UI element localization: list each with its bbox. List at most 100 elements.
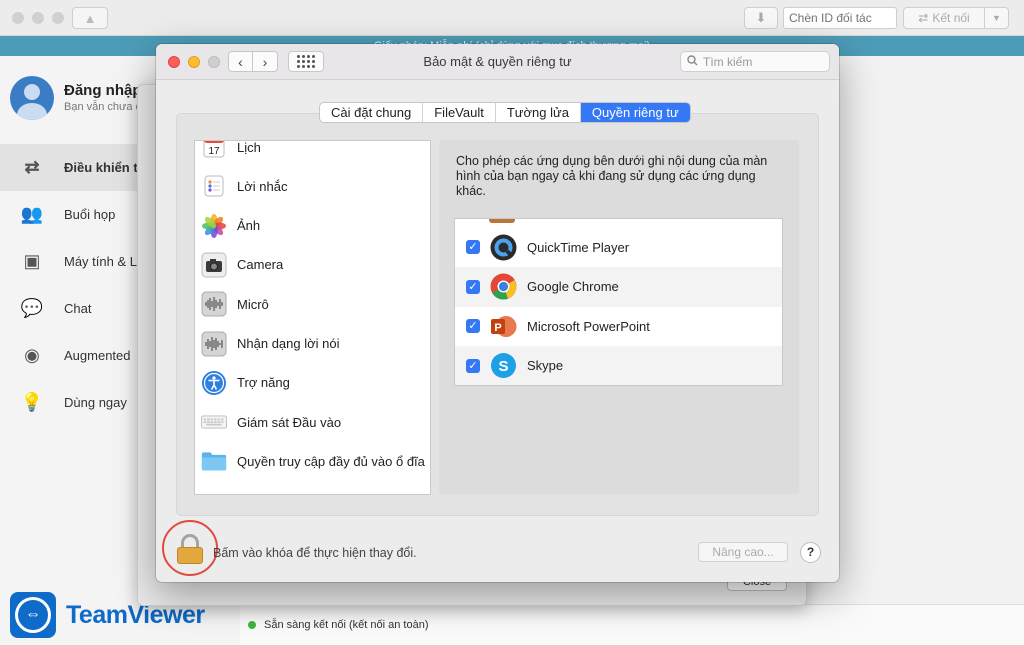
service-item-2[interactable]: Ảnh [195,206,431,246]
teamviewer-titlebar: ▲ ⬇ ⇄ Kết nối ▼ [0,0,1024,36]
app-row-0: ✓ QuickTime Player [455,227,783,267]
upload-button[interactable]: ▲ [72,7,108,29]
accessibility-icon [201,370,227,396]
calendar-icon: 17 [201,140,227,160]
camera-icon [201,252,227,278]
service-label: Trợ năng [237,375,290,390]
app-checkbox[interactable]: ✓ [466,319,480,333]
tab-0[interactable]: Cài đặt chung [320,103,423,122]
app-label: Google Chrome [527,279,619,294]
app-checkbox[interactable]: ✓ [466,280,480,294]
service-item-1[interactable]: Lời nhắc [195,166,431,206]
service-item-3[interactable]: Camera [195,245,431,285]
partial-app-icon [489,219,515,223]
service-label: Camera [237,257,283,272]
triangle-icon: ▲ [84,11,97,26]
status-dot-icon [248,621,256,629]
service-label: Micrô [237,297,269,312]
service-item-5[interactable]: Nhận dạng lời nói [195,324,431,364]
service-label: Nhận dạng lời nói [237,336,339,351]
service-item-6[interactable]: Trợ năng [195,363,431,403]
app-row-2: ✓ P Microsoft PowerPoint [455,306,783,346]
screen-recording-description: Cho phép các ứng dụng bên dưới ghi nội d… [456,154,786,199]
tab-3[interactable]: Quyền riêng tư [581,103,690,122]
connect-button[interactable]: ⇄ Kết nối [903,7,985,29]
zoom-window-button[interactable] [52,12,64,24]
user-subtitle: Bạn vẫn chưa đ [64,101,142,113]
show-all-button[interactable] [288,51,324,72]
privacy-service-list[interactable]: 17 Lịch Lời nhắc Ảnh Camera Micrô Nhận dạng lờ… [194,140,431,495]
prefs-titlebar: Bảo mật & quyền riêng tư ‹ › Tìm kiếm [156,44,839,80]
partner-id-input[interactable] [783,7,897,29]
service-label: Lịch [237,140,261,155]
tab-1[interactable]: FileVault [423,103,496,122]
teamviewer-logo-icon: ⇔ [10,592,56,638]
service-label: Lời nhắc [237,179,287,194]
search-placeholder: Tìm kiếm [703,55,752,69]
sidebar-item-label: Dùng ngay [64,395,127,410]
back-forward-control: ‹ › [228,51,278,72]
grid-icon [297,55,315,68]
app-label: Microsoft PowerPoint [527,319,650,334]
chrome-icon [490,273,517,300]
contacts-icon: ▣ [20,250,44,274]
connect-label: Kết nối [932,11,969,25]
people-icon: 👥 [20,203,44,227]
svg-text:S: S [498,358,508,375]
bulb-icon: 💡 [20,391,44,415]
chevron-down-icon: ▼ [992,13,1001,23]
prefs-window-controls [168,56,220,68]
powerpoint-icon: P [490,313,517,340]
close-window-button[interactable] [12,12,24,24]
chevron-left-icon: ‹ [238,54,243,70]
minimize-window-button[interactable] [32,12,44,24]
arrows-icon: ⇄ [20,156,44,180]
zoom-window-button[interactable] [208,56,220,68]
svg-text:17: 17 [208,146,220,157]
search-field[interactable]: Tìm kiếm [680,51,830,72]
sidebar-item-label: Augmented [64,348,131,363]
keyboard-icon [201,409,227,435]
connection-status-bar: Sẵn sàng kết nối (kết nối an toàn) [240,604,1024,645]
download-icon: ⬇ [756,10,767,26]
chat-icon: 💬 [20,297,44,321]
app-label: Skype [527,358,563,373]
service-label: Giám sát Đầu vào [237,415,341,430]
user-name: Đăng nhập [64,82,142,99]
minimize-window-button[interactable] [188,56,200,68]
connection-status-text: Sẵn sàng kết nối (kết nối an toàn) [264,619,429,631]
app-label: QuickTime Player [527,240,629,255]
security-privacy-window: Bảo mật & quyền riêng tư ‹ › Tìm kiếm Cà… [156,44,839,582]
back-button[interactable]: ‹ [228,51,253,72]
sidebar-item-label: Máy tính & L [64,254,137,269]
app-permission-list[interactable]: ✓ QuickTime Player ✓ Google Chrome ✓ P Microso… [454,218,783,386]
help-button[interactable]: ? [800,542,821,563]
app-row-1: ✓ Google Chrome [455,267,783,307]
connect-dropdown-button[interactable]: ▼ [985,7,1009,29]
svg-text:P: P [494,322,501,334]
service-label: Ảnh [237,218,260,233]
forward-button[interactable]: › [253,51,278,72]
app-checkbox[interactable]: ✓ [466,359,480,373]
app-checkbox[interactable]: ✓ [466,240,480,254]
service-label: Quyền truy cập đầy đủ vào ổ đĩa [237,454,425,469]
reminders-icon [201,173,227,199]
skype-icon: S [490,352,517,379]
download-button[interactable]: ⬇ [744,7,778,29]
tab-bar: Cài đặt chungFileVaultTường lửaQuyền riê… [319,102,691,123]
service-item-0[interactable]: 17 Lịch [195,140,431,167]
close-window-button[interactable] [168,56,180,68]
advanced-button[interactable]: Nâng cao... [698,542,788,562]
lock-icon[interactable] [175,534,205,564]
lock-instruction-text: Bấm vào khóa để thực hiện thay đổi. [213,546,417,560]
tab-2[interactable]: Tường lửa [496,103,581,122]
speech-icon [201,331,227,357]
service-item-8[interactable]: Quyền truy cập đầy đủ vào ổ đĩa [195,441,431,481]
sidebar-item-label: Chat [64,301,91,316]
service-item-7[interactable]: Giám sát Đầu vào [195,402,431,442]
ar-icon: ◉ [20,344,44,368]
photos-icon [201,213,227,239]
user-account[interactable]: Đăng nhập Bạn vẫn chưa đ [10,76,142,120]
service-item-4[interactable]: Micrô [195,284,431,324]
avatar [10,76,54,120]
